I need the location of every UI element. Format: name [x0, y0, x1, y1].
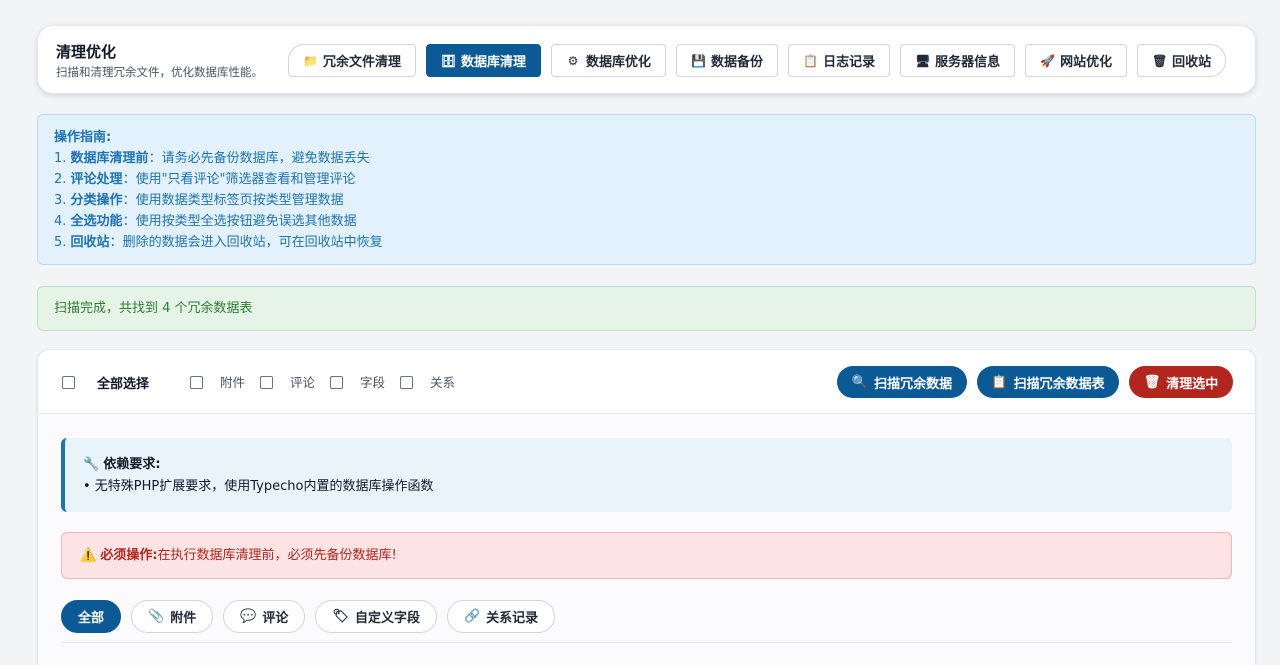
- database-icon: 🗄: [441, 53, 457, 68]
- comment-checkbox[interactable]: [260, 376, 273, 389]
- tab-site-optimize[interactable]: 🚀 网站优化: [1025, 44, 1128, 77]
- trash-icon: 🗑: [1152, 53, 1168, 68]
- tab-recycle-bin[interactable]: 🗑 回收站: [1137, 44, 1227, 77]
- paperclip-icon: 📎: [148, 609, 165, 624]
- floppy-disk-icon: 💾: [691, 53, 706, 68]
- rocket-icon: 🚀: [1040, 53, 1056, 68]
- folder-icon: 📁: [303, 53, 318, 68]
- scan-tables-button[interactable]: 📋 扫描冗余数据表: [977, 366, 1119, 398]
- field-label: 字段: [360, 375, 386, 390]
- trash-icon: 🗑: [1143, 374, 1161, 390]
- clean-selected-button[interactable]: 🗑 清理选中: [1129, 366, 1233, 398]
- guide-item: 2. 评论处理：使用"只看评论"筛选器查看和管理评论: [54, 172, 356, 187]
- wrench-icon: 🔧: [83, 457, 100, 472]
- guide-title: 操作指南:: [54, 130, 112, 145]
- tab-logs[interactable]: 📋 日志记录: [788, 44, 891, 77]
- filter-attachments[interactable]: 📎 附件: [131, 600, 214, 633]
- operation-guide: 操作指南: 1. 数据库清理前：请务必先备份数据库，避免数据丢失 2. 评论处理…: [37, 114, 1256, 265]
- warning-label: 必须操作:: [100, 548, 158, 563]
- tab-database-clean[interactable]: 🗄 数据库清理: [426, 44, 542, 77]
- warning-icon: ⚠️: [80, 548, 97, 563]
- filter-relations[interactable]: 🔗 关系记录: [446, 600, 556, 633]
- divider: [61, 642, 1232, 643]
- tab-label: 网站优化: [1060, 55, 1113, 70]
- data-panel: 全部选择 附件 评论 字段 关系 🔍 扫描冗余数据 📋 扫描冗余数据表 🗑 清理选中 …: [37, 349, 1256, 665]
- attachment-label: 附件: [220, 375, 246, 390]
- warning-text: 在执行数据库清理前，必须先备份数据库!: [157, 548, 397, 563]
- clipboard-icon: 📋: [991, 374, 1008, 390]
- relation-label: 关系: [430, 375, 456, 390]
- tag-icon: 🏷: [332, 609, 349, 624]
- link-icon: 🔗: [463, 609, 481, 624]
- guide-item: 3. 分类操作：使用数据类型标签页按类型管理数据: [54, 193, 344, 208]
- page-subtitle: 扫描和清理冗余文件，优化数据库性能。: [56, 65, 263, 79]
- dependency-line: • 无特殊PHP扩展要求，使用Typecho内置的数据库操作函数: [83, 479, 434, 494]
- tab-server-info[interactable]: 🖥 服务器信息: [900, 44, 1016, 77]
- monitor-icon: 🖥: [915, 53, 931, 68]
- backup-warning: ⚠️ 必须操作:在执行数据库清理前，必须先备份数据库!: [61, 532, 1232, 579]
- select-all-checkbox[interactable]: [62, 376, 75, 389]
- toolbar: 全部选择 附件 评论 字段 关系 🔍 扫描冗余数据 📋 扫描冗余数据表 🗑 清理选中: [38, 350, 1255, 414]
- field-checkbox[interactable]: [330, 376, 343, 389]
- attachment-checkbox[interactable]: [190, 376, 203, 389]
- gear-icon: ⚙: [567, 53, 579, 68]
- filter-custom-fields[interactable]: 🏷 自定义字段: [315, 600, 437, 633]
- dependency-title: 依赖要求:: [103, 457, 161, 472]
- tab-label: 数据库优化: [586, 55, 652, 70]
- tab-label: 数据库清理: [461, 55, 527, 70]
- filter-comments[interactable]: 💬 评论: [223, 600, 306, 633]
- tab-label: 数据备份: [711, 55, 764, 70]
- tab-database-optimize[interactable]: ⚙ 数据库优化: [551, 44, 667, 77]
- tab-bar: 📁 冗余文件清理 🗄 数据库清理 ⚙ 数据库优化 💾 数据备份 📋 日志记录 🖥 服务器信息…: [288, 44, 1227, 77]
- filter-all[interactable]: 全部: [61, 600, 122, 633]
- search-icon: 🔍: [851, 374, 869, 390]
- type-filter-bar: 全部 📎 附件 💬 评论 🏷 自定义字段 🔗 关系记录: [61, 600, 556, 633]
- select-all-label: 全部选择: [97, 377, 150, 392]
- tab-label: 冗余文件清理: [323, 55, 402, 70]
- tab-backup[interactable]: 💾 数据备份: [676, 44, 779, 77]
- tab-label: 回收站: [1172, 55, 1212, 70]
- header-card: 清理优化 扫描和清理冗余文件，优化数据库性能。 📁 冗余文件清理 🗄 数据库清理 ⚙…: [37, 25, 1256, 94]
- tab-label: 日志记录: [823, 55, 876, 70]
- tab-label: 服务器信息: [935, 55, 1001, 70]
- speech-bubble-icon: 💬: [240, 609, 257, 624]
- comment-label: 评论: [290, 375, 316, 390]
- scan-data-button[interactable]: 🔍 扫描冗余数据: [837, 366, 967, 398]
- page-title: 清理优化: [56, 43, 117, 61]
- success-alert: 扫描完成，共找到 4 个冗余数据表: [37, 286, 1256, 331]
- clipboard-icon: 📋: [803, 53, 819, 68]
- dependency-notice: 🔧 依赖要求: • 无特殊PHP扩展要求，使用Typecho内置的数据库操作函数: [61, 438, 1232, 512]
- tab-redundant-files[interactable]: 📁 冗余文件清理: [288, 44, 417, 77]
- guide-item: 4. 全选功能：使用按类型全选按钮避免误选其他数据: [54, 214, 357, 229]
- guide-item: 1. 数据库清理前：请务必先备份数据库，避免数据丢失: [54, 151, 370, 166]
- relation-checkbox[interactable]: [400, 376, 413, 389]
- guide-item: 5. 回收站：删除的数据会进入回收站，可在回收站中恢复: [54, 235, 383, 250]
